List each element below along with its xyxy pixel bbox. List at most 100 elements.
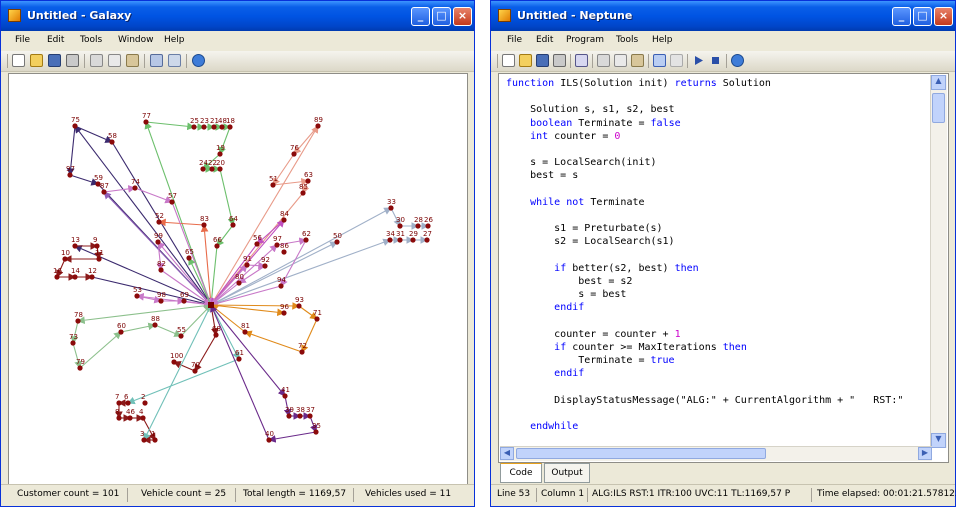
menu-file[interactable]: File: [15, 35, 30, 45]
customer-node[interactable]: [236, 280, 242, 286]
route-canvas[interactable]: 77 25 23 21 48 18 89 75 58 19 76 24 22 20 51 63 97 59 87 74…: [8, 73, 468, 485]
tree-icon[interactable]: [150, 54, 163, 67]
customer-node[interactable]: [397, 237, 403, 243]
redo-icon[interactable]: [670, 54, 683, 67]
customer-node[interactable]: [214, 243, 220, 249]
customer-node[interactable]: [217, 166, 223, 172]
help-icon[interactable]: [192, 54, 205, 67]
customer-node[interactable]: [152, 437, 158, 443]
code-editor[interactable]: function ILS(Solution init) returns Solu…: [498, 73, 949, 463]
customer-node[interactable]: [424, 237, 430, 243]
menu-edit[interactable]: Edit: [47, 35, 64, 45]
customer-node[interactable]: [54, 274, 60, 280]
menu-program[interactable]: Program: [566, 35, 604, 45]
customer-node[interactable]: [270, 182, 276, 188]
customer-node[interactable]: [219, 124, 225, 130]
maximize-button[interactable]: □: [913, 7, 932, 26]
customer-node[interactable]: [67, 172, 73, 178]
customer-node[interactable]: [209, 166, 215, 172]
customer-node[interactable]: [192, 368, 198, 374]
horizontal-scrollbar[interactable]: ◀ ▶: [500, 446, 932, 461]
customer-node[interactable]: [388, 205, 394, 211]
customer-node[interactable]: [77, 365, 83, 371]
minimize-button[interactable]: _: [892, 7, 911, 26]
customer-node[interactable]: [75, 318, 81, 324]
customer-node[interactable]: [134, 293, 140, 299]
minimize-button[interactable]: _: [411, 7, 430, 26]
customer-node[interactable]: [397, 223, 403, 229]
find-icon[interactable]: [575, 54, 588, 67]
customer-node[interactable]: [297, 413, 303, 419]
customer-node[interactable]: [186, 255, 192, 261]
depot-node[interactable]: [208, 302, 214, 308]
menu-edit[interactable]: Edit: [536, 35, 553, 45]
menu-window[interactable]: Window: [118, 35, 154, 45]
customer-node[interactable]: [109, 139, 115, 145]
customer-node[interactable]: [178, 333, 184, 339]
copy-icon[interactable]: [614, 54, 627, 67]
customer-node[interactable]: [132, 185, 138, 191]
help-icon[interactable]: [731, 54, 744, 67]
menu-tools[interactable]: Tools: [80, 35, 102, 45]
hscroll-thumb[interactable]: [516, 448, 766, 459]
customer-node[interactable]: [425, 223, 431, 229]
cut-icon[interactable]: [597, 54, 610, 67]
customer-node[interactable]: [281, 217, 287, 223]
customer-node[interactable]: [127, 415, 133, 421]
tab-code[interactable]: Code: [500, 463, 542, 483]
customer-node[interactable]: [171, 359, 177, 365]
customer-node[interactable]: [200, 166, 206, 172]
menu-tools[interactable]: Tools: [616, 35, 638, 45]
pin-icon[interactable]: [168, 54, 181, 67]
customer-node[interactable]: [143, 119, 149, 125]
customer-node[interactable]: [72, 243, 78, 249]
customer-node[interactable]: [244, 262, 250, 268]
customer-node[interactable]: [89, 274, 95, 280]
close-button[interactable]: ×: [453, 7, 472, 26]
customer-node[interactable]: [307, 413, 313, 419]
customer-node[interactable]: [415, 223, 421, 229]
tab-output[interactable]: Output: [544, 463, 590, 483]
new-icon[interactable]: [12, 54, 25, 67]
open-icon[interactable]: [519, 54, 532, 67]
customer-node[interactable]: [72, 123, 78, 129]
scroll-up-button[interactable]: ▲: [931, 75, 946, 90]
customer-node[interactable]: [96, 256, 102, 262]
close-button[interactable]: ×: [934, 7, 953, 26]
customer-node[interactable]: [201, 222, 207, 228]
menu-help[interactable]: Help: [652, 35, 673, 45]
customer-node[interactable]: [286, 413, 292, 419]
print-icon[interactable]: [553, 54, 566, 67]
customer-node[interactable]: [262, 263, 268, 269]
customer-node[interactable]: [94, 243, 100, 249]
undo-icon[interactable]: [653, 54, 666, 67]
new-icon[interactable]: [502, 54, 515, 67]
customer-node[interactable]: [281, 249, 287, 255]
customer-node[interactable]: [299, 349, 305, 355]
customer-node[interactable]: [70, 340, 76, 346]
customer-node[interactable]: [140, 415, 146, 421]
save-icon[interactable]: [536, 54, 549, 67]
customer-node[interactable]: [169, 199, 175, 205]
customer-node[interactable]: [303, 237, 309, 243]
customer-node[interactable]: [230, 222, 236, 228]
paste-icon[interactable]: [631, 54, 644, 67]
customer-node[interactable]: [142, 400, 148, 406]
vertical-scrollbar[interactable]: ▲ ▼: [930, 75, 947, 448]
menu-help[interactable]: Help: [164, 35, 185, 45]
customer-node[interactable]: [191, 124, 197, 130]
customer-node[interactable]: [72, 274, 78, 280]
customer-node[interactable]: [152, 322, 158, 328]
customer-node[interactable]: [313, 429, 319, 435]
customer-node[interactable]: [156, 219, 162, 225]
customer-node[interactable]: [296, 303, 302, 309]
customer-node[interactable]: [410, 237, 416, 243]
scroll-right-button[interactable]: ▶: [918, 447, 932, 460]
stop-icon[interactable]: [709, 54, 722, 67]
customer-node[interactable]: [118, 329, 124, 335]
maximize-button[interactable]: □: [432, 7, 451, 26]
customer-node[interactable]: [116, 400, 122, 406]
customer-node[interactable]: [334, 239, 340, 245]
customer-node[interactable]: [236, 356, 242, 362]
print-icon[interactable]: [66, 54, 79, 67]
